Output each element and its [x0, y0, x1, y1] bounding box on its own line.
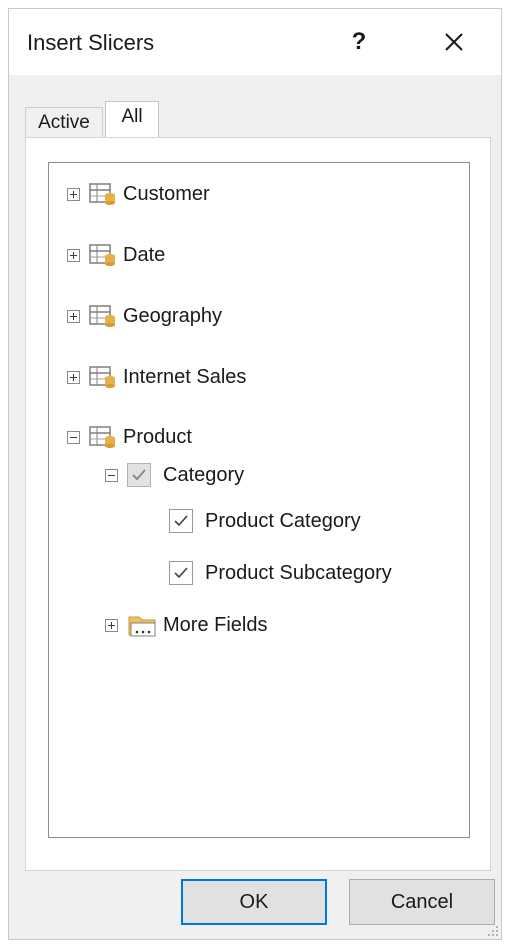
table-icon — [89, 366, 115, 388]
resize-grip-icon[interactable] — [485, 923, 499, 937]
table-icon — [89, 244, 115, 266]
dialog-title: Insert Slicers — [27, 30, 155, 55]
tree-node-label: Internet Sales — [123, 365, 247, 388]
field-checkbox[interactable] — [169, 561, 193, 585]
checkmark-icon — [174, 515, 188, 527]
expand-icon[interactable] — [67, 187, 80, 201]
collapse-icon[interactable] — [105, 468, 118, 482]
tree-node-geography[interactable]: Geography — [67, 301, 222, 331]
tree-node-label: Product Subcategory — [205, 561, 392, 584]
title-bar: Insert Slicers ? — [9, 9, 501, 75]
expand-icon[interactable] — [67, 248, 80, 262]
tree-node-label: Product — [123, 425, 192, 448]
close-button[interactable] — [437, 25, 471, 59]
checkmark-icon — [174, 567, 188, 579]
help-button[interactable]: ? — [345, 27, 373, 57]
tree-node-label: Customer — [123, 182, 210, 205]
cancel-button[interactable]: Cancel — [349, 879, 495, 925]
tree-node-category[interactable]: Category — [105, 460, 244, 490]
tree-node-internet-sales[interactable]: Internet Sales — [67, 362, 246, 392]
tab-active[interactable]: Active — [25, 107, 103, 137]
field-tree[interactable]: Customer Date Geography Internet Sales P… — [48, 162, 470, 838]
tree-node-product[interactable]: Product — [67, 422, 192, 452]
collapse-icon[interactable] — [67, 430, 80, 444]
table-icon — [89, 426, 115, 448]
checkmark-icon — [132, 469, 146, 481]
tab-all[interactable]: All — [105, 101, 159, 139]
tree-node-label: Geography — [123, 304, 222, 327]
tree-node-product-subcategory[interactable]: Product Subcategory — [169, 558, 392, 588]
insert-slicers-dialog: Insert Slicers ? Active All Customer Dat… — [8, 8, 502, 940]
tree-node-product-category[interactable]: Product Category — [169, 506, 361, 536]
close-icon — [445, 33, 463, 51]
tree-node-more-fields[interactable]: More Fields — [105, 610, 267, 640]
category-checkbox[interactable] — [127, 463, 151, 487]
field-checkbox[interactable] — [169, 509, 193, 533]
table-icon — [89, 305, 115, 327]
tree-node-label: Date — [123, 243, 166, 266]
tree-node-date[interactable]: Date — [67, 240, 165, 270]
tree-node-label: More Fields — [163, 613, 268, 636]
tree-node-label: Category — [163, 463, 245, 486]
dialog-footer: OK Cancel — [9, 875, 501, 941]
ok-button[interactable]: OK — [181, 879, 327, 925]
folder-icon — [128, 616, 156, 637]
expand-icon[interactable] — [67, 309, 80, 323]
expand-icon[interactable] — [105, 618, 118, 632]
tab-panel: Customer Date Geography Internet Sales P… — [25, 137, 491, 871]
tree-node-label: Product Category — [205, 509, 361, 532]
tree-node-customer[interactable]: Customer — [67, 179, 210, 209]
expand-icon[interactable] — [67, 370, 80, 384]
table-icon — [89, 183, 115, 205]
